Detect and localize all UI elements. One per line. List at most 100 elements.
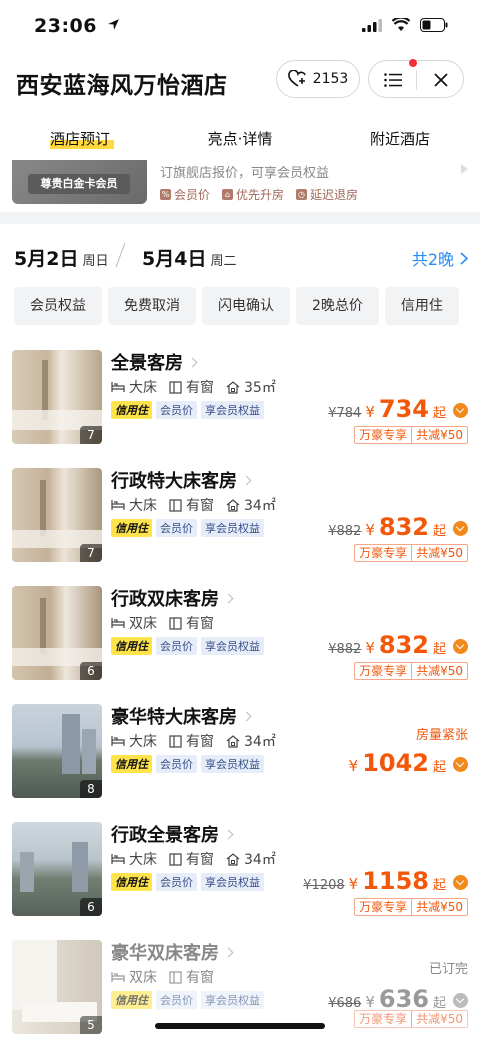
currency: ¥ [365,403,375,421]
chevron-right-icon [187,357,198,367]
menu-button[interactable] [369,59,417,99]
promo-tag: ◷ 延迟退房 [296,188,359,202]
room-name[interactable]: 行政特大床客房 [111,467,252,493]
nights-link[interactable]: 共2晚 [412,246,468,270]
price: 636 [378,985,429,1013]
expand-chevron-icon[interactable] [453,639,468,654]
member-benefit-tag: 享会员权益 [201,519,264,537]
signal-icon [362,18,382,32]
room-name[interactable]: 豪华双床客房 [111,939,234,965]
room-photo[interactable]: 5 [12,940,102,1034]
room-photo[interactable]: 7 [12,350,102,444]
window-icon [169,970,182,984]
currency: ¥ [365,521,375,539]
price: 1042 [362,749,429,777]
currency: ¥ [348,757,359,775]
marriott-promo: 万豪专享 共减¥50 [354,1010,468,1028]
room-item[interactable]: 7 行政特大床客房 大床 有窗 34㎡ 信用住 会员价 享会员权益 ¥882 ¥… [0,458,480,570]
tab-booking[interactable]: 酒店预订 [10,128,150,149]
room-attributes: 大床 有窗 34㎡ [111,849,276,869]
expand-chevron-icon[interactable] [453,521,468,536]
filter-chip-total-price[interactable]: 2晚总价 [296,287,379,325]
price: 832 [378,513,429,541]
price-row[interactable]: ¥1042 起 [349,749,468,777]
price-suffix: 起 [432,524,446,539]
bed-icon [111,736,125,746]
window-icon [169,852,182,866]
room-photo[interactable]: 7 [12,468,102,562]
price: 1158 [362,867,429,895]
credit-tag: 信用住 [111,991,152,1009]
room-attributes: 大床 有窗 35㎡ [111,377,276,397]
room-item[interactable]: 8 豪华特大床客房 大床 有窗 34㎡ 信用住 会员价 享会员权益 房量紧张 ¥… [0,694,480,806]
price-row[interactable]: ¥1208 ¥1158 起 [303,867,468,895]
area-attr: 35㎡ [226,377,276,397]
credit-tag: 信用住 [111,637,152,655]
credit-tag: 信用住 [111,401,152,419]
price-row[interactable]: ¥882 ¥832 起 [328,631,468,659]
menu-pill [368,59,464,99]
window-attr: 有窗 [169,495,214,515]
room-photo[interactable]: 6 [12,822,102,916]
price: 832 [378,631,429,659]
tab-details[interactable]: 亮点·详情 [170,128,310,149]
window-icon [169,734,182,748]
bed-attr: 大床 [111,731,157,751]
room-item[interactable]: 6 行政全景客房 大床 有窗 34㎡ 信用住 会员价 享会员权益 ¥1208 ¥… [0,812,480,924]
room-name[interactable]: 豪华特大床客房 [111,703,252,729]
tab-nearby[interactable]: 附近酒店 [330,128,470,149]
filter-chip-free-cancel[interactable]: 免费取消 [108,287,196,325]
price-suffix: 起 [432,996,446,1011]
price-suffix: 起 [432,760,446,775]
price-row[interactable]: ¥686 ¥636 起 [328,985,468,1013]
favorite-count: 2153 [312,71,349,87]
marriott-promo: 万豪专享 共减¥50 [354,898,468,916]
member-promo-banner[interactable]: 尊贵白金卡会员 订旗舰店报价，可享会员权益 % 会员价 ⌂ 优先升房 ◷ 延迟退房 [0,160,480,212]
filter-chips: 会员权益 免费取消 闪电确认 2晚总价 信用住 [14,287,480,325]
window-attr: 有窗 [169,849,214,869]
currency: ¥ [365,639,375,657]
promo-tag: ⌂ 优先升房 [222,186,284,203]
close-icon [433,73,448,87]
home-indicator[interactable] [155,1023,325,1029]
room-photo[interactable]: 6 [12,586,102,680]
marriott-promo: 万豪专享 共减¥50 [354,544,468,562]
date-selector[interactable]: 5月2日 周日 5月4日 周二 共2晚 [0,236,480,276]
room-item[interactable]: 6 行政双床客房 双床 有窗 信用住 会员价 享会员权益 ¥882 ¥832 起 … [0,576,480,688]
close-button[interactable] [417,61,464,99]
room-item[interactable]: 7 全景客房 大床 有窗 35㎡ 信用住 会员价 享会员权益 ¥784 ¥734… [0,340,480,452]
filter-chip-instant-confirm[interactable]: 闪电确认 [202,287,290,325]
expand-chevron-icon[interactable] [453,993,468,1008]
currency: ¥ [365,993,375,1011]
room-photo[interactable]: 8 [12,704,102,798]
member-price-tag: 会员价 [156,401,197,419]
price-row[interactable]: ¥784 ¥734 起 [328,395,468,423]
bed-icon [111,618,125,628]
chevron-right-icon [241,711,252,721]
room-attributes: 双床 有窗 [111,613,214,633]
member-price-tag: 会员价 [156,873,197,891]
room-name[interactable]: 全景客房 [111,349,198,375]
expand-chevron-icon[interactable] [453,875,468,890]
wifi-icon [392,18,410,31]
photo-count: 7 [80,426,102,444]
room-tags: 信用住 会员价 享会员权益 [111,873,264,891]
photo-count: 6 [80,662,102,680]
favorite-button[interactable]: 2153 [276,60,360,98]
window-attr: 有窗 [169,731,214,751]
checkout-date[interactable]: 5月4日 周二 [142,244,236,271]
checkin-date[interactable]: 5月2日 周日 [14,244,108,271]
chevron-right-icon [223,947,234,957]
expand-chevron-icon[interactable] [453,757,468,772]
photo-count: 8 [80,780,102,798]
price: 734 [378,395,429,423]
section-divider [0,212,480,224]
filter-chip-member[interactable]: 会员权益 [14,287,102,325]
filter-chip-credit[interactable]: 信用住 [384,287,459,325]
expand-chevron-icon[interactable] [453,403,468,418]
hotel-title: 西安蓝海风万怡酒店 [16,73,228,99]
room-name[interactable]: 行政全景客房 [111,821,234,847]
room-name[interactable]: 行政双床客房 [111,585,234,611]
promo-tag: % 会员价 [160,188,211,202]
price-row[interactable]: ¥882 ¥832 起 [328,513,468,541]
